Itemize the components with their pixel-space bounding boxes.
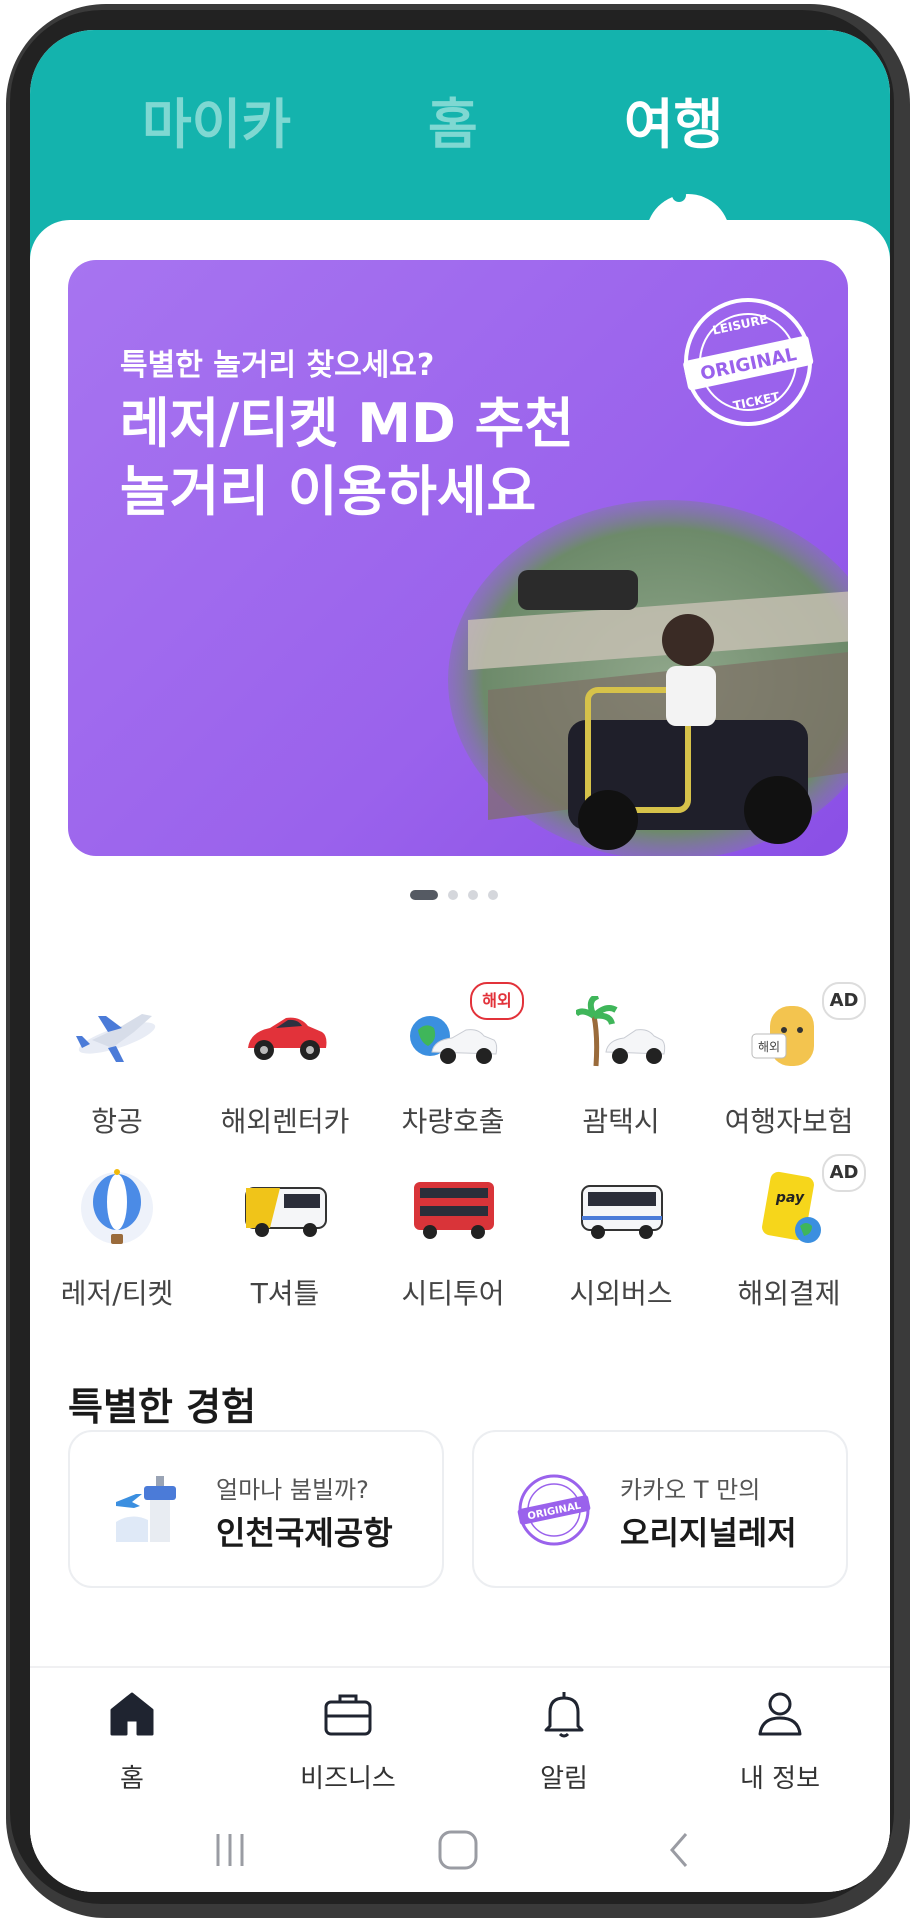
nav-label: 알림 [540, 1764, 588, 1794]
service-label: T셔틀 [250, 1277, 320, 1310]
system-home-icon[interactable] [436, 1828, 480, 1872]
tab-mycar[interactable]: 마이카 [142, 80, 291, 159]
carousel-indicator [410, 890, 530, 904]
nav-my-info[interactable]: 내 정보 [698, 1688, 858, 1798]
service-flight[interactable]: 항공 [32, 996, 192, 1146]
stamp-top-text: LEISURE [711, 312, 769, 337]
service-overseas-rental[interactable]: 해외렌터카 [200, 996, 360, 1146]
card-title: 오리지널레저 [620, 1514, 797, 1552]
service-label: 해외렌터카 [220, 1105, 350, 1138]
nav-notifications[interactable]: 알림 [482, 1688, 642, 1798]
app-screen: 마이카 홈 여행 특별한 놀거리 찾으세요? 레저/티켓 MD 추천 놀거리 이… [30, 30, 890, 1892]
bottom-navigation: 홈 비즈니스 알림 내 정보 [30, 1666, 890, 1798]
nav-home[interactable]: 홈 [50, 1688, 210, 1798]
recent-apps-icon[interactable] [210, 1830, 250, 1870]
nav-label: 비즈니스 [300, 1764, 396, 1794]
nav-label: 홈 [120, 1764, 144, 1794]
tab-travel[interactable]: 여행 [624, 80, 723, 159]
service-leisure-ticket[interactable]: 레저/티켓 [32, 1168, 192, 1318]
insurance-character-icon: 해외 [751, 1006, 814, 1066]
service-guam-taxi[interactable]: 괌택시 [536, 996, 696, 1146]
ad-badge: AD [822, 982, 866, 1020]
service-travel-insurance[interactable]: 해외 AD 여행자보험 [704, 982, 866, 1146]
red-car-icon [248, 1017, 327, 1060]
double-decker-bus-icon [414, 1182, 494, 1239]
card-original-leisure[interactable]: ORIGINAL 카카오 T 만의 오리지널레저 [472, 1430, 848, 1588]
tab-home[interactable]: 홈 [428, 80, 478, 159]
pay-card-icon: pay [762, 1171, 821, 1243]
ad-badge: AD [822, 1154, 866, 1192]
nav-label: 내 정보 [739, 1764, 821, 1794]
overseas-badge: 해외 [470, 982, 524, 1020]
service-intercity-bus[interactable]: 시외버스 [536, 1168, 696, 1318]
banner-title-line1: 레저/티켓 MD 추천 [120, 392, 574, 455]
insurance-card-text: 해외 [758, 1040, 780, 1054]
service-t-shuttle[interactable]: T셔틀 [200, 1168, 360, 1318]
airplane-icon [76, 1014, 156, 1062]
service-label: 항공 [91, 1105, 143, 1138]
device-frame: 마이카 홈 여행 특별한 놀거리 찾으세요? 레저/티켓 MD 추천 놀거리 이… [0, 0, 920, 1924]
home-icon [110, 1692, 154, 1736]
briefcase-icon [324, 1694, 372, 1736]
airport-tower-icon [116, 1476, 176, 1542]
service-label: 시외버스 [569, 1277, 673, 1310]
go-kart-photo [448, 500, 848, 856]
service-city-tour[interactable]: 시티투어 [368, 1168, 528, 1318]
service-label: 여행자보험 [724, 1105, 854, 1138]
section-title: 특별한 경험 [68, 1385, 257, 1429]
service-label: 괌택시 [582, 1105, 660, 1138]
bell-icon [544, 1692, 584, 1738]
carousel-dot [468, 890, 478, 900]
carousel-dot-active [410, 890, 438, 900]
service-label: 레저/티켓 [60, 1277, 174, 1310]
palm-taxi-icon [576, 996, 666, 1067]
service-label: 해외결제 [737, 1277, 841, 1310]
service-label: 시티투어 [401, 1277, 505, 1310]
service-ride-call[interactable]: 해외 차량호출 [368, 982, 528, 1146]
promo-banner[interactable]: 특별한 놀거리 찾으세요? 레저/티켓 MD 추천 놀거리 이용하세요 ORIG… [68, 260, 848, 856]
card-subtitle: 카카오 T 만의 [620, 1476, 761, 1504]
top-tabs: 마이카 홈 여행 [30, 80, 890, 160]
active-tab-indicator [672, 188, 686, 202]
carousel-dot [488, 890, 498, 900]
back-icon[interactable] [660, 1830, 700, 1870]
pay-card-text: pay [775, 1190, 805, 1206]
service-overseas-payment[interactable]: pay AD 해외결제 [704, 1154, 866, 1318]
card-subtitle: 얼마나 붐빌까? [216, 1476, 369, 1504]
service-label: 차량호출 [401, 1105, 505, 1138]
intercity-bus-icon [581, 1185, 663, 1239]
person-icon [758, 1692, 802, 1736]
nav-business[interactable]: 비즈니스 [266, 1688, 426, 1798]
shuttle-bus-icon [245, 1187, 327, 1237]
card-incheon-airport[interactable]: 얼마나 붐빌까? 인천국제공항 [68, 1430, 444, 1588]
card-title: 인천국제공항 [216, 1514, 393, 1552]
original-stamp-icon: ORIGINAL LEISURE TICKET [683, 298, 814, 426]
hot-air-balloon-icon [81, 1169, 153, 1244]
original-stamp-icon: ORIGINAL [517, 1474, 591, 1546]
banner-subtitle: 특별한 놀거리 찾으세요? [120, 348, 435, 383]
carousel-dot [448, 890, 458, 900]
system-navigation-bar [30, 1800, 890, 1892]
